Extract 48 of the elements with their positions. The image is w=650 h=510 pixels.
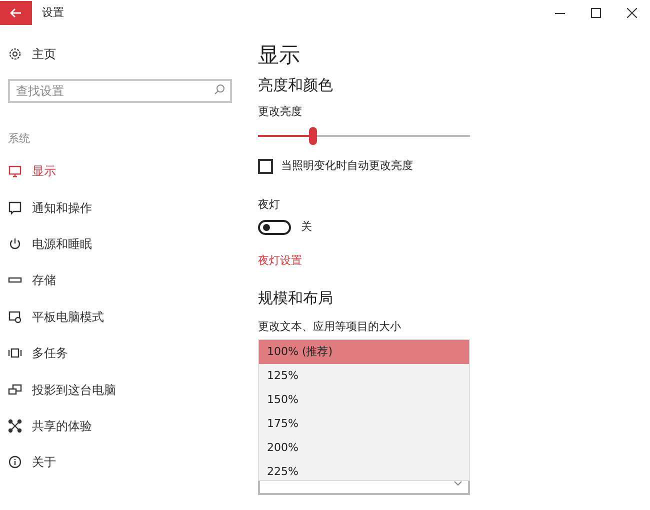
share-icon <box>8 418 22 433</box>
message-icon <box>8 200 22 215</box>
dropdown-option[interactable]: 100% (推荐) <box>259 340 469 364</box>
nav-item[interactable]: 电源和睡眠 <box>0 226 240 262</box>
multitask-icon <box>8 346 22 360</box>
dropdown-label: 更改文本、应用等项目的大小 <box>258 319 402 335</box>
dropdown-field[interactable] <box>258 481 470 495</box>
section-heading: 规模和布局 <box>258 288 334 309</box>
nav-item[interactable]: 存储 <box>0 262 240 299</box>
brightness-slider[interactable] <box>258 126 470 146</box>
power-icon <box>8 236 22 251</box>
nav-item[interactable]: 多任务 <box>0 334 240 372</box>
nav-item[interactable]: 共享的体验 <box>0 408 240 444</box>
monitor-icon <box>8 164 22 178</box>
back-arrow-icon <box>10 8 22 18</box>
nav-item[interactable]: 投影到这台电脑 <box>0 371 240 408</box>
checkbox-label: 当照明变化时自动更改亮度 <box>281 158 413 174</box>
toggle-switch[interactable] <box>258 220 291 234</box>
section-heading: 系统 <box>8 131 31 147</box>
search-field[interactable]: 查找设置 <box>8 79 232 103</box>
projector-icon <box>8 382 22 397</box>
maximize-icon <box>591 8 601 18</box>
slider-thumb[interactable] <box>309 127 318 145</box>
dropdown-option[interactable]: 200% <box>259 436 469 460</box>
home-link[interactable]: 主页 <box>32 45 56 63</box>
nav-item[interactable]: 关于 <box>0 444 240 481</box>
page-title: 显示 <box>258 42 301 69</box>
settings-icon <box>8 47 22 61</box>
slider-label: 更改亮度 <box>258 104 303 120</box>
nav-item[interactable]: 显示 <box>0 153 240 190</box>
nav-item[interactable]: 平板电脑模式 <box>0 298 240 335</box>
checkbox[interactable] <box>258 158 273 174</box>
toggle-state: 关 <box>301 218 312 235</box>
dropdown-option[interactable]: 175% <box>259 412 469 436</box>
info-icon <box>8 455 22 470</box>
back-button[interactable] <box>0 1 32 25</box>
close-icon <box>627 8 637 18</box>
dropdown-option[interactable]: 125% <box>259 364 469 388</box>
chevron-icon <box>454 481 462 486</box>
dropdown-option[interactable]: 150% <box>259 388 469 412</box>
search-icon <box>214 84 225 95</box>
nav-item[interactable]: 通知和操作 <box>0 189 240 226</box>
window-title: 设置 <box>42 4 64 21</box>
toggle-label: 夜灯 <box>258 197 281 213</box>
dropdown-option[interactable]: 225% <box>259 460 469 484</box>
tablet-icon <box>8 310 22 324</box>
section-heading: 亮度和颜色 <box>258 75 334 96</box>
night-light-settings-link[interactable]: 夜灯设置 <box>258 253 470 269</box>
